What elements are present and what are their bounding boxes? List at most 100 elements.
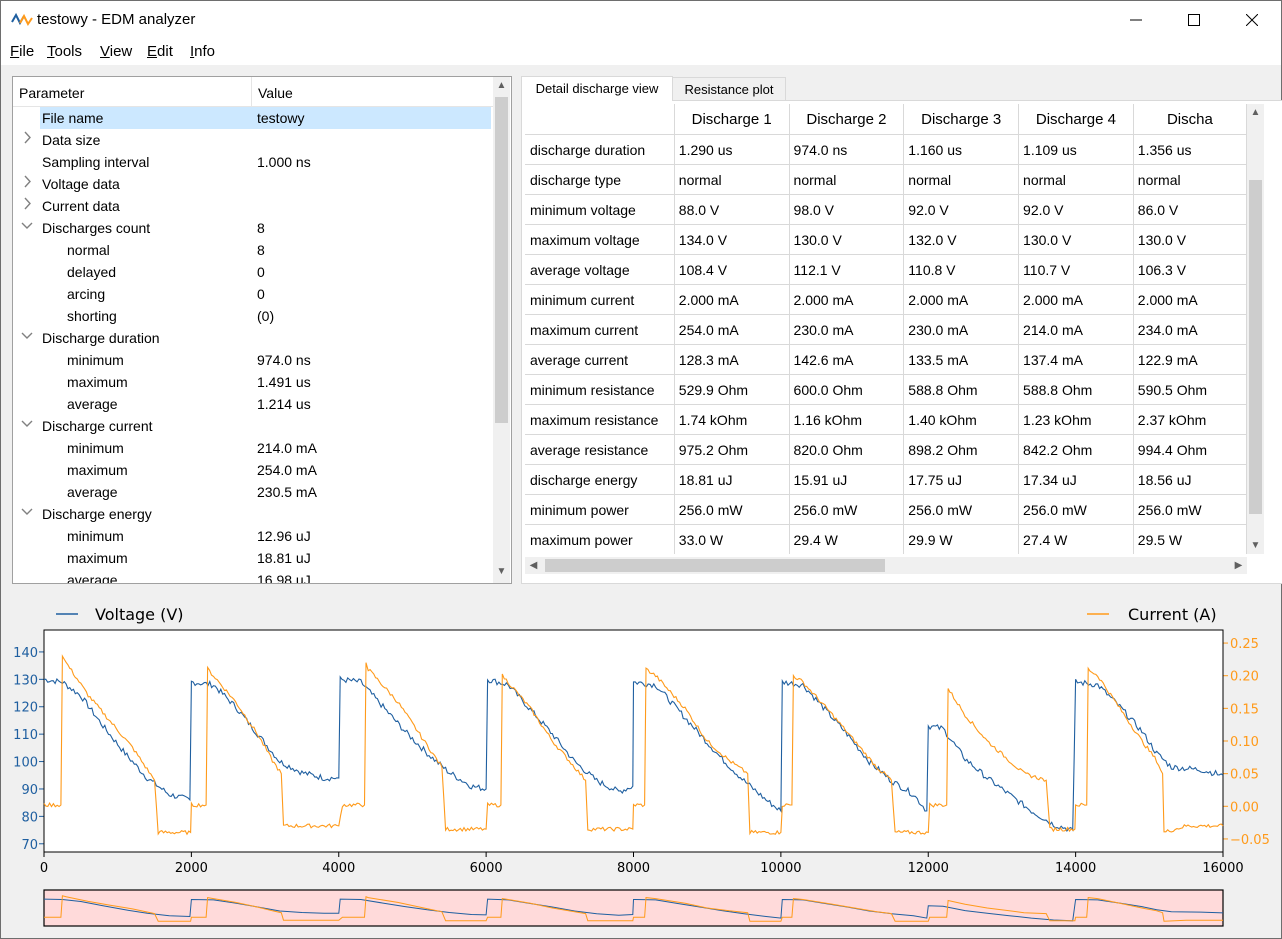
column-header[interactable]: Discharge 3 (903, 104, 1020, 135)
table-row[interactable]: maximum power 33.0 W 29.4 W 29.9 W 27.4 W 29.… (525, 524, 1247, 554)
table-cell[interactable]: 230.0 mA (903, 314, 1020, 345)
table-vertical-scrollbar[interactable]: ▲ ▼ (1247, 104, 1264, 554)
table-cell[interactable]: 29.4 W (789, 524, 905, 554)
tree-header-value[interactable]: Value (258, 85, 293, 101)
close-button[interactable] (1223, 1, 1281, 39)
tree-scroll-thumb[interactable] (495, 97, 508, 423)
table-cell[interactable]: 108.4 V (674, 254, 790, 285)
table-cell[interactable]: normal (789, 164, 905, 195)
table-cell[interactable]: 137.4 mA (1018, 344, 1134, 375)
table-cell[interactable]: 92.0 V (903, 194, 1020, 225)
table-cell[interactable]: 256.0 mW (789, 494, 905, 525)
row-header[interactable]: discharge energy (525, 464, 675, 495)
row-header[interactable]: average resistance (525, 434, 675, 465)
table-corner[interactable] (525, 104, 675, 135)
scroll-down-icon[interactable]: ▼ (1247, 537, 1264, 554)
row-header[interactable]: average voltage (525, 254, 675, 285)
table-row[interactable]: maximum resistance 1.74 kOhm 1.16 kOhm 1.40… (525, 404, 1247, 435)
table-cell[interactable]: 18.81 uJ (674, 464, 790, 495)
table-cell[interactable]: 2.37 kOhm (1133, 404, 1247, 435)
table-cell[interactable]: 132.0 V (903, 224, 1020, 255)
table-cell[interactable]: normal (1133, 164, 1247, 195)
table-cell[interactable]: 975.2 Ohm (674, 434, 790, 465)
table-cell[interactable]: 1.40 kOhm (903, 404, 1020, 435)
row-header[interactable]: minimum current (525, 284, 675, 315)
tree-row[interactable]: maximum 254.0 mA (13, 459, 493, 481)
tree-row[interactable]: minimum 214.0 mA (13, 437, 493, 459)
table-cell[interactable]: 2.000 mA (903, 284, 1020, 315)
row-header[interactable]: minimum power (525, 494, 675, 525)
table-row[interactable]: minimum current 2.000 mA 2.000 mA 2.000 mA 2… (525, 284, 1247, 315)
row-header[interactable]: maximum current (525, 314, 675, 345)
tab-detail-discharge-view[interactable]: Detail discharge view (521, 76, 673, 101)
menu-edit[interactable]: Edit (147, 43, 173, 60)
table-cell[interactable]: 230.0 mA (789, 314, 905, 345)
tree-row[interactable]: average 1.214 us (13, 393, 493, 415)
table-row[interactable]: discharge type normal normal normal normal no… (525, 164, 1247, 195)
table-row[interactable]: discharge energy 18.81 uJ 15.91 uJ 17.75 uJ… (525, 464, 1247, 495)
column-header[interactable]: Discharge 4 (1018, 104, 1134, 135)
table-cell[interactable]: 128.3 mA (674, 344, 790, 375)
table-cell[interactable]: 112.1 V (789, 254, 905, 285)
tree-row[interactable]: Sampling interval 1.000 ns (13, 151, 493, 173)
table-cell[interactable]: 588.8 Ohm (903, 374, 1020, 405)
table-cell[interactable]: 588.8 Ohm (1018, 374, 1134, 405)
table-row[interactable]: minimum voltage 88.0 V 98.0 V 92.0 V 92.0 V8… (525, 194, 1247, 225)
chevron-down-icon[interactable] (21, 219, 33, 235)
tree-row[interactable]: maximum 18.81 uJ (13, 547, 493, 569)
scroll-left-icon[interactable]: ◀ (525, 557, 542, 574)
tree-row[interactable]: Discharge duration (13, 327, 493, 349)
table-row[interactable]: discharge duration 1.290 us 974.0 ns 1.160 … (525, 134, 1247, 165)
table-vscroll-thumb[interactable] (1249, 180, 1262, 514)
table-cell[interactable]: 994.4 Ohm (1133, 434, 1247, 465)
parameter-tree[interactable]: Parameter Value File name testowy Data siz… (12, 76, 512, 584)
table-cell[interactable]: 256.0 mW (1018, 494, 1134, 525)
chevron-down-icon[interactable] (21, 505, 33, 521)
table-cell[interactable]: 142.6 mA (789, 344, 905, 375)
waveform-chart[interactable]: Voltage (V) Current (A) 0 2000 4000 6000 800… (1, 597, 1281, 937)
tree-row[interactable]: Discharge current (13, 415, 493, 437)
scroll-up-icon[interactable]: ▲ (1247, 104, 1264, 121)
table-cell[interactable]: normal (1018, 164, 1134, 195)
tree-row[interactable]: minimum 12.96 uJ (13, 525, 493, 547)
table-cell[interactable]: 820.0 Ohm (789, 434, 905, 465)
tree-vertical-scrollbar[interactable]: ▲ ▼ (493, 77, 510, 583)
table-cell[interactable]: 98.0 V (789, 194, 905, 225)
table-cell[interactable]: 1.160 us (903, 134, 1020, 165)
table-cell[interactable]: 590.5 Ohm (1133, 374, 1247, 405)
table-row[interactable]: minimum power 256.0 mW 256.0 mW 256.0 mW 256… (525, 494, 1247, 525)
discharge-table[interactable]: Discharge 1 Discharge 2 Discharge 3 Dischar… (525, 104, 1247, 554)
chevron-down-icon[interactable] (21, 329, 33, 345)
table-cell[interactable]: 86.0 V (1133, 194, 1247, 225)
table-cell[interactable]: 1.109 us (1018, 134, 1134, 165)
tree-row[interactable]: minimum 974.0 ns (13, 349, 493, 371)
table-cell[interactable]: 130.0 V (1133, 224, 1247, 255)
table-cell[interactable]: 1.290 us (674, 134, 790, 165)
row-header[interactable]: discharge type (525, 164, 675, 195)
table-cell[interactable]: 234.0 mA (1133, 314, 1247, 345)
table-cell[interactable]: 27.4 W (1018, 524, 1134, 554)
chevron-right-icon[interactable] (21, 131, 33, 147)
row-header[interactable]: minimum voltage (525, 194, 675, 225)
table-row[interactable]: average resistance 975.2 Ohm 820.0 Ohm 898.… (525, 434, 1247, 465)
table-row[interactable]: minimum resistance 529.9 Ohm 600.0 Ohm 588.… (525, 374, 1247, 405)
table-cell[interactable]: normal (903, 164, 1020, 195)
table-cell[interactable]: 1.23 kOhm (1018, 404, 1134, 435)
menu-view[interactable]: View (100, 43, 132, 60)
menu-tools[interactable]: Tools (47, 43, 82, 60)
table-cell[interactable]: 898.2 Ohm (903, 434, 1020, 465)
tree-row[interactable]: File name testowy (13, 107, 493, 129)
tree-row[interactable]: Voltage data (13, 173, 493, 195)
table-cell[interactable]: 842.2 Ohm (1018, 434, 1134, 465)
table-cell[interactable]: 17.34 uJ (1018, 464, 1134, 495)
title-bar[interactable]: testowy - EDM analyzer (1, 1, 1281, 39)
table-cell[interactable]: 88.0 V (674, 194, 790, 225)
scroll-up-icon[interactable]: ▲ (493, 77, 510, 94)
menu-file[interactable]: File (10, 43, 34, 60)
table-cell[interactable]: 15.91 uJ (789, 464, 905, 495)
table-cell[interactable]: 33.0 W (674, 524, 790, 554)
table-cell[interactable]: 106.3 V (1133, 254, 1247, 285)
table-row[interactable]: average current 128.3 mA 142.6 mA 133.5 mA 1… (525, 344, 1247, 375)
row-header[interactable]: minimum resistance (525, 374, 675, 405)
table-cell[interactable]: 2.000 mA (789, 284, 905, 315)
